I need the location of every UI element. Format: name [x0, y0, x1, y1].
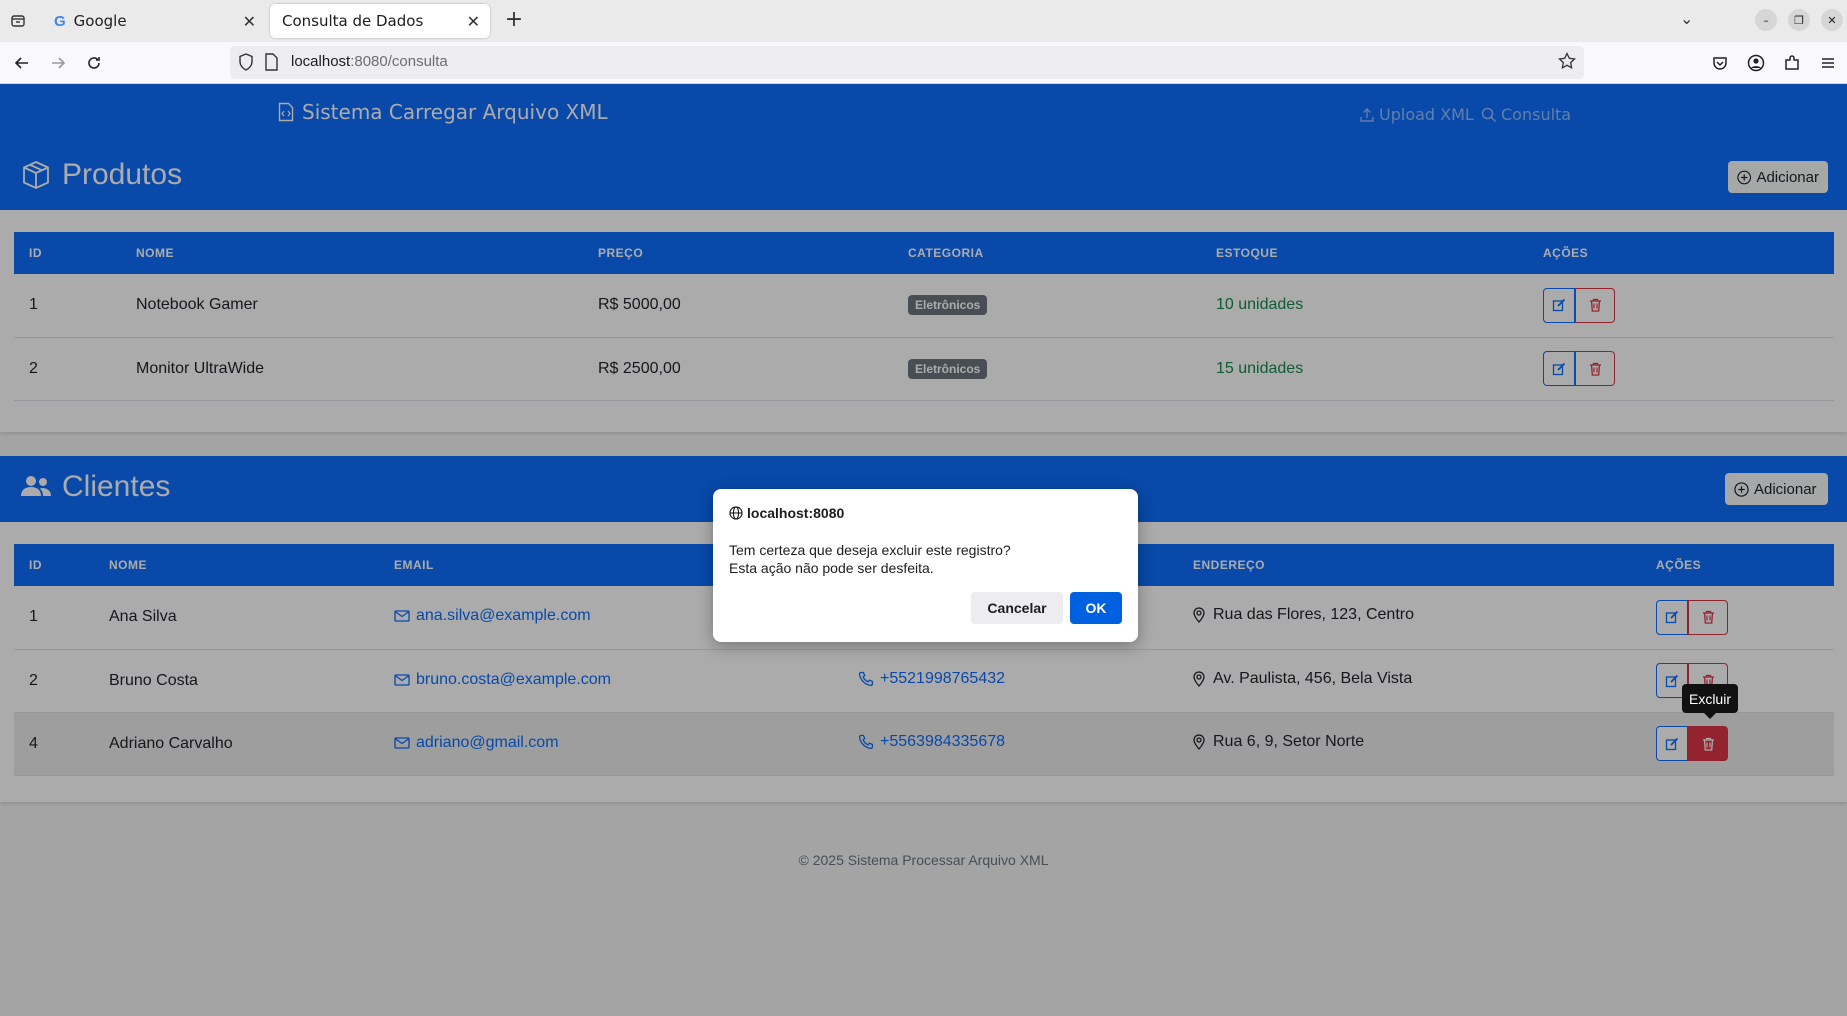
tab-consulta[interactable]: Consulta de Dados ✕	[270, 4, 490, 38]
confirm-dialog: localhost:8080 Tem certeza que deseja ex…	[713, 489, 1138, 642]
new-tab-button[interactable]: +	[501, 8, 527, 34]
account-icon[interactable]	[1745, 52, 1767, 74]
url-text[interactable]: localhost:8080/consulta	[291, 53, 448, 70]
chevron-down-icon[interactable]: ⌄	[1680, 9, 1693, 28]
dialog-origin: localhost:8080	[729, 505, 844, 521]
page-icon[interactable]	[264, 53, 278, 75]
minimize-icon[interactable]: –	[1755, 9, 1777, 31]
tab-list-icon[interactable]	[6, 9, 30, 33]
close-icon[interactable]: ✕	[243, 12, 256, 31]
ok-button[interactable]: OK	[1070, 592, 1122, 624]
extensions-icon[interactable]	[1781, 52, 1803, 74]
dialog-message: Tem certeza que deseja excluir este regi…	[729, 542, 1011, 576]
tab-google[interactable]: G Google ✕	[42, 4, 266, 38]
google-icon: G	[54, 12, 66, 30]
close-window-icon[interactable]: ✕	[1821, 9, 1843, 31]
close-icon[interactable]: ✕	[467, 12, 480, 31]
shield-icon[interactable]	[238, 53, 254, 75]
cancel-button[interactable]: Cancelar	[971, 592, 1063, 624]
back-icon[interactable]	[10, 51, 34, 75]
menu-icon[interactable]	[1817, 52, 1839, 74]
browser-nav-bar: localhost:8080/consulta	[0, 42, 1847, 84]
tab-label: Consulta de Dados	[282, 12, 424, 30]
tab-label: Google	[73, 12, 127, 30]
bookmark-star-icon[interactable]	[1558, 51, 1576, 74]
url-bar[interactable]: localhost:8080/consulta	[230, 46, 1584, 79]
forward-icon[interactable]	[46, 51, 70, 75]
delete-tooltip: Excluir	[1682, 684, 1738, 719]
reload-icon[interactable]	[82, 51, 106, 75]
pocket-icon[interactable]	[1709, 52, 1731, 74]
restore-icon[interactable]: ❐	[1788, 9, 1810, 31]
globe-icon	[729, 506, 743, 520]
browser-tab-bar: G Google ✕ Consulta de Dados ✕ + ⌄ – ❐ ✕	[0, 0, 1847, 42]
